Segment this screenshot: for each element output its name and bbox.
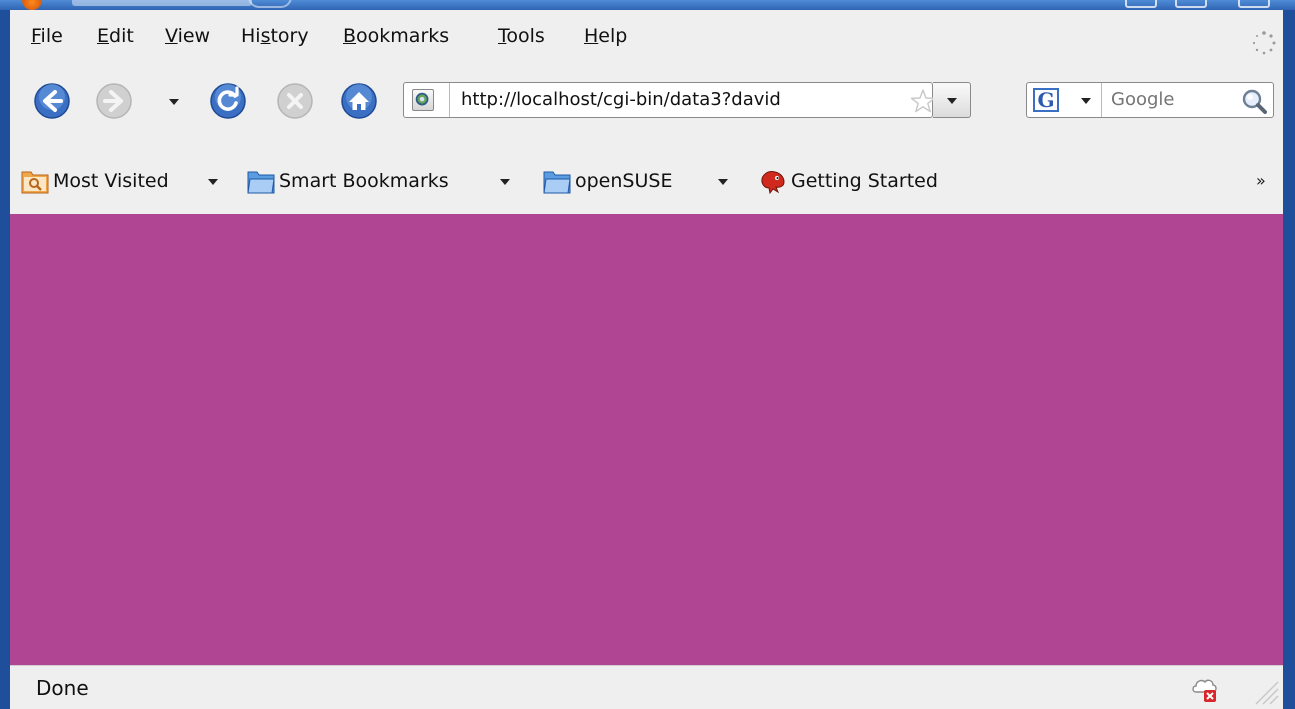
menu-file-label: ile [40, 25, 63, 47]
minimize-button[interactable] [1125, 0, 1157, 8]
page-content[interactable] [10, 214, 1283, 665]
bookmark-label: Smart Bookmarks [279, 170, 449, 192]
url-bar[interactable]: http://localhost/cgi-bin/data3?david [403, 82, 936, 118]
chevron-down-icon [947, 98, 957, 104]
folder-icon [247, 171, 275, 194]
reload-button[interactable] [209, 82, 247, 120]
window-title-obscured [72, 0, 252, 6]
url-text[interactable]: http://localhost/cgi-bin/data3?david [461, 83, 781, 117]
chevron-down-icon [1081, 98, 1091, 104]
menu-history[interactable]: History [241, 22, 309, 50]
chevron-down-icon [718, 179, 728, 185]
menu-edit[interactable]: Edit [97, 22, 134, 50]
menu-view-label: iew [177, 25, 211, 47]
globe-icon [415, 92, 429, 106]
menu-history-pre: Hi [241, 25, 261, 47]
menu-view[interactable]: View [165, 22, 210, 50]
url-separator [449, 83, 450, 117]
menu-bookmarks-label: ookmarks [356, 25, 450, 47]
menu-tools[interactable]: Tools [498, 22, 545, 50]
chevron-down-icon [500, 179, 510, 185]
menu-file-accel: F [31, 25, 41, 47]
bookmark-opensuse[interactable]: openSUSE [543, 164, 743, 198]
site-identity-icon[interactable] [412, 89, 434, 111]
menu-help[interactable]: Help [584, 22, 627, 50]
url-history-dropdown[interactable] [933, 82, 971, 118]
menu-tools-label: ools [506, 25, 545, 47]
menu-bar: File Edit View History Bookmarks Tools H… [10, 22, 1283, 52]
menu-history-accel: s [260, 25, 271, 47]
search-engine-selector[interactable]: G [1027, 83, 1102, 117]
menu-view-accel: V [165, 25, 178, 47]
bookmarks-toolbar: Most Visited Smart Bookmarks openSUSE Ge… [10, 164, 1283, 200]
back-arrow-icon [34, 83, 70, 119]
chevron-down-icon [208, 179, 218, 185]
firefox-icon [22, 0, 42, 10]
home-button[interactable] [340, 82, 378, 120]
menu-help-accel: H [584, 25, 599, 47]
search-magnifier-icon[interactable] [1241, 88, 1267, 114]
window-title-pill [248, 0, 292, 8]
google-icon: G [1033, 88, 1059, 112]
bookmark-getting-started[interactable]: Getting Started [758, 164, 978, 198]
search-input[interactable] [1111, 83, 1231, 117]
opensuse-gecko-icon [761, 171, 785, 194]
search-bar[interactable]: G [1026, 82, 1274, 118]
menu-file[interactable]: File [31, 22, 63, 50]
stop-icon [277, 83, 313, 119]
status-text: Done [36, 676, 89, 700]
navigation-toolbar: http://localhost/cgi-bin/data3?david G [10, 82, 1283, 130]
stop-button[interactable] [276, 82, 314, 120]
bookmark-most-visited[interactable]: Most Visited [21, 164, 231, 198]
window-frame-right [1283, 10, 1295, 709]
back-button[interactable] [33, 82, 71, 120]
window-titlebar[interactable] [0, 0, 1295, 10]
menu-bookmarks-accel: B [343, 25, 357, 47]
reload-icon [210, 83, 246, 119]
bookmark-label: openSUSE [575, 170, 673, 192]
bookmark-smart-bookmarks[interactable]: Smart Bookmarks [247, 164, 527, 198]
smart-folder-icon [21, 171, 49, 194]
bookmark-label: Most Visited [53, 170, 169, 192]
forward-arrow-icon [96, 83, 132, 119]
throbber-icon [1252, 31, 1276, 55]
bookmark-label: Getting Started [791, 170, 938, 192]
bookmarks-overflow-chevron[interactable]: » [1256, 164, 1266, 198]
status-bar: Done [10, 665, 1283, 709]
forward-button[interactable] [95, 82, 133, 120]
menu-edit-accel: E [97, 25, 110, 47]
close-window-button[interactable] [1238, 0, 1270, 8]
maximize-button[interactable] [1175, 0, 1207, 8]
menu-history-label: tory [270, 25, 309, 47]
offline-status-icon[interactable] [1190, 674, 1220, 704]
menu-help-label: elp [598, 25, 628, 47]
resize-grip-icon[interactable] [1250, 674, 1280, 706]
menu-edit-label: dit [109, 25, 134, 47]
menu-bookmarks[interactable]: Bookmarks [343, 22, 449, 50]
browser-chrome: File Edit View History Bookmarks Tools H… [10, 10, 1283, 214]
history-dropdown-icon[interactable] [167, 95, 181, 109]
window-frame-left [0, 10, 10, 709]
folder-icon [543, 171, 571, 194]
home-icon [341, 83, 377, 119]
